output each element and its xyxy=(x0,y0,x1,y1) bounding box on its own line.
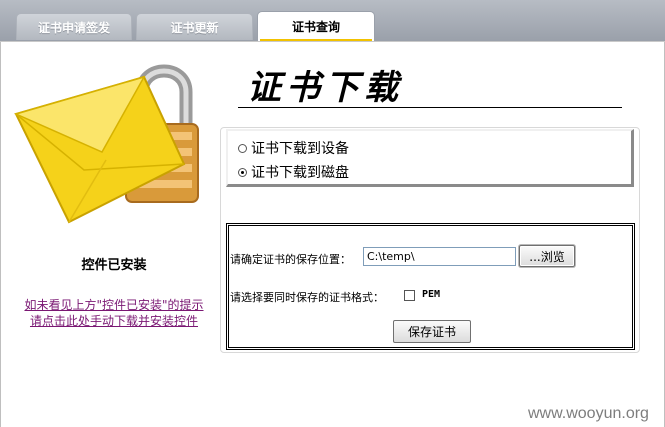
tab-cert-query[interactable]: 证书查询 xyxy=(257,11,375,41)
title-underline xyxy=(238,107,622,108)
pem-label: PEM xyxy=(422,289,441,300)
download-target-box: 证书下载到设备 证书下载到磁盘 xyxy=(226,129,634,187)
page-title: 证书下载 xyxy=(247,68,403,108)
browse-button[interactable]: ...浏览 xyxy=(519,245,575,267)
radio-label-disk: 证书下载到磁盘 xyxy=(251,165,349,181)
save-location-label: 请确定证书的保存位置： xyxy=(230,253,351,266)
help-link-line1[interactable]: 如未看见上方"控件已安装"的提示 xyxy=(0,297,228,313)
radio-button-checked[interactable] xyxy=(238,167,247,177)
save-location-input[interactable] xyxy=(363,247,516,266)
tab-bar: 证书申请签发 证书更新 证书查询 xyxy=(0,0,665,42)
manual-install-link[interactable]: 如未看见上方"控件已安装"的提示 请点击此处手动下载并安装控件 xyxy=(0,297,228,329)
radio-download-to-disk[interactable]: 证书下载到磁盘 xyxy=(238,162,349,182)
tab-cert-apply[interactable]: 证书申请签发 xyxy=(16,13,132,40)
pem-checkbox[interactable] xyxy=(404,290,415,301)
cert-format-label: 请选择要同时保存的证书格式： xyxy=(230,291,384,304)
radio-button[interactable] xyxy=(238,143,247,153)
save-form: 请确定证书的保存位置： ...浏览 请选择要同时保存的证书格式： PEM 保存证… xyxy=(226,223,635,350)
tab-cert-update[interactable]: 证书更新 xyxy=(136,13,253,40)
left-border xyxy=(0,42,1,427)
envelope-lock-icon xyxy=(14,64,199,224)
watermark: www.wooyun.org xyxy=(528,405,649,422)
radio-download-to-device[interactable]: 证书下载到设备 xyxy=(238,138,349,158)
radio-label-device: 证书下载到设备 xyxy=(251,141,349,157)
control-installed-status: 控件已安装 xyxy=(81,258,147,273)
help-link-line2[interactable]: 请点击此处手动下载并安装控件 xyxy=(0,313,228,329)
save-cert-button[interactable]: 保存证书 xyxy=(393,320,471,343)
